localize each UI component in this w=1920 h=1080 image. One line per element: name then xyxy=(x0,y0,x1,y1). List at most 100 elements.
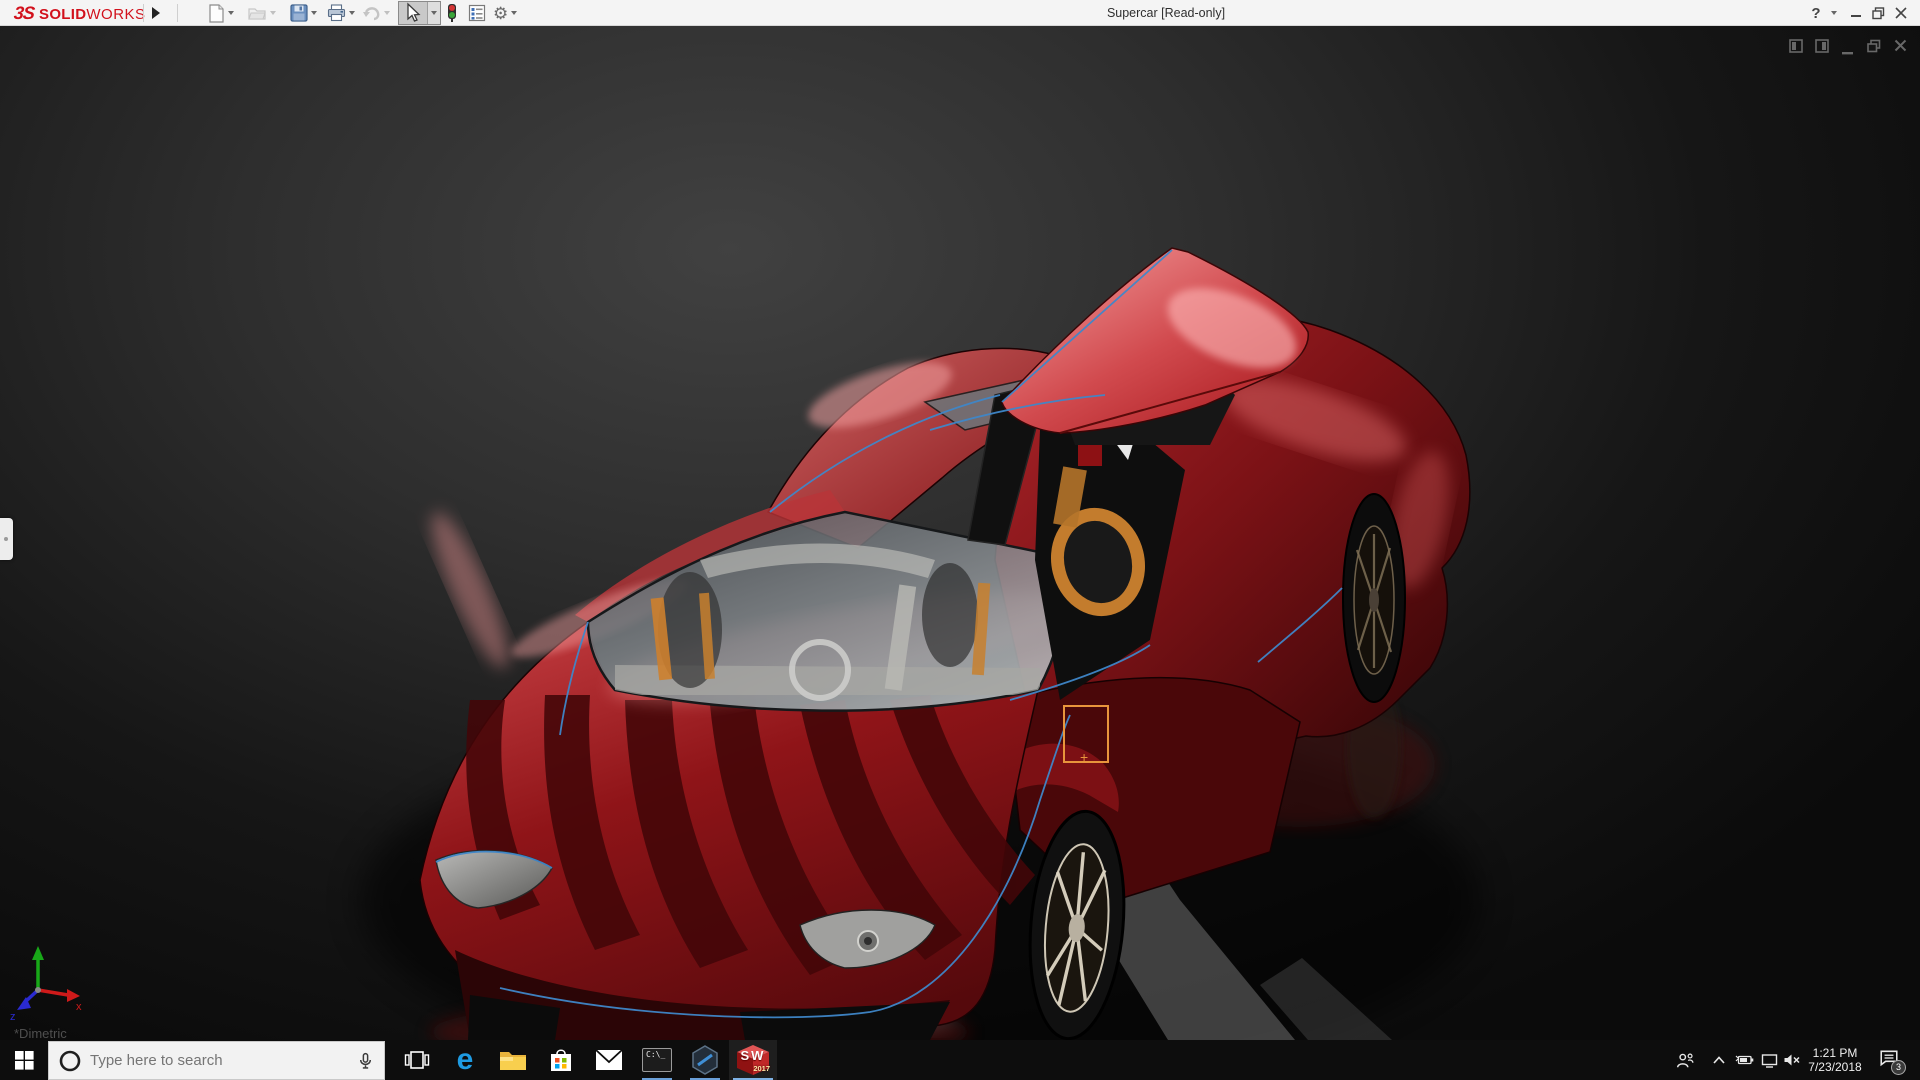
rebuild-traffic-light-icon xyxy=(446,3,458,23)
undo-button-disabled[interactable] xyxy=(360,2,392,24)
rear-wheel xyxy=(1343,494,1405,702)
battery-button[interactable] xyxy=(1732,1040,1756,1080)
command-prompt-button[interactable]: C:\_ xyxy=(633,1040,681,1080)
doc-restore-button[interactable] xyxy=(1866,38,1884,56)
search-input[interactable] xyxy=(90,1052,357,1069)
doc-close-button[interactable] xyxy=(1893,38,1911,56)
undo-arrow-icon xyxy=(362,5,381,22)
file-properties-button[interactable] xyxy=(466,2,488,24)
minimize-button[interactable] xyxy=(1846,0,1866,26)
car-rear-body xyxy=(995,314,1470,770)
volume-button[interactable] xyxy=(1780,1040,1804,1080)
save-button[interactable] xyxy=(288,2,319,24)
logo-text-bold: SOLID xyxy=(39,6,86,23)
title-bar: 3S SOLID WORKS xyxy=(0,0,1920,26)
print-button[interactable] xyxy=(325,2,357,24)
store-bag-icon xyxy=(548,1047,574,1073)
file-explorer-icon xyxy=(499,1048,527,1072)
hood-vents xyxy=(466,695,1035,975)
feature-panel-collapse-handle[interactable] xyxy=(0,518,13,560)
microphone-icon[interactable] xyxy=(357,1052,374,1069)
logo-text-light: WORKS xyxy=(86,6,145,23)
front-wheel xyxy=(1021,807,1133,1042)
highlighted-edges xyxy=(436,250,1342,1017)
help-button[interactable]: ? xyxy=(1806,0,1826,26)
dropdown-caret[interactable] xyxy=(511,11,517,15)
hidden-icons-button[interactable] xyxy=(1708,1040,1730,1080)
svg-text:+: + xyxy=(1080,749,1088,765)
axis-x-label: x xyxy=(76,1001,82,1013)
dropdown-caret[interactable] xyxy=(384,11,390,15)
task-view-icon xyxy=(404,1047,430,1073)
orientation-triad: x z xyxy=(10,946,82,1023)
handle-dot-icon xyxy=(4,537,8,541)
network-button[interactable] xyxy=(1757,1040,1781,1080)
speaker-muted-icon xyxy=(1783,1053,1801,1067)
clock[interactable]: 1:21 PM 7/23/2018 xyxy=(1802,1040,1868,1080)
graphics-viewport[interactable]: + x z *Dimetric xyxy=(0,26,1920,1040)
hexagon-app-icon xyxy=(691,1045,719,1075)
selection-box: + xyxy=(1064,706,1108,765)
windows-start-icon xyxy=(15,1051,34,1070)
save-floppy-icon xyxy=(290,4,308,22)
options-button[interactable]: ⚙ xyxy=(491,2,519,24)
edge-icon: e xyxy=(457,1045,474,1075)
front-bumper xyxy=(455,950,950,1040)
dropdown-caret[interactable] xyxy=(270,11,276,15)
interior-through-glass xyxy=(615,544,1040,699)
help-icon: ? xyxy=(1811,5,1820,22)
menu-expand-icon[interactable] xyxy=(152,7,160,19)
hexagon-app-button[interactable] xyxy=(681,1040,729,1080)
gullwing-door xyxy=(968,248,1308,545)
pane-right-button[interactable] xyxy=(1814,38,1832,56)
doc-minimize-button[interactable] xyxy=(1841,44,1859,62)
dropdown-caret[interactable] xyxy=(228,11,234,15)
front-fender-arch xyxy=(1000,744,1119,812)
windshield xyxy=(588,512,1069,711)
select-tool-button-active[interactable] xyxy=(398,1,441,25)
close-icon xyxy=(1895,7,1907,19)
action-center-button[interactable]: 3 xyxy=(1872,1040,1906,1080)
document-title: Supercar [Read-only] xyxy=(1107,6,1225,20)
open-button-disabled[interactable] xyxy=(246,2,278,24)
taskbar-search[interactable] xyxy=(48,1041,385,1080)
people-button[interactable] xyxy=(1672,1040,1698,1080)
view-orientation-label: *Dimetric xyxy=(14,1026,67,1041)
mail-button[interactable] xyxy=(585,1040,633,1080)
file-explorer-button[interactable] xyxy=(489,1040,537,1080)
floor-reflections xyxy=(360,678,1480,1080)
doc-restore-icon xyxy=(1866,38,1882,54)
tray-date: 7/23/2018 xyxy=(1802,1060,1868,1074)
solidworks-taskbar-button[interactable]: SW 2017 xyxy=(729,1040,777,1080)
separator xyxy=(143,4,144,22)
close-button[interactable] xyxy=(1890,0,1912,26)
dropdown-caret[interactable] xyxy=(311,11,317,15)
new-document-button[interactable] xyxy=(206,2,236,24)
car-model-render: + x z *Dimetric xyxy=(0,0,1920,1080)
start-button[interactable] xyxy=(0,1040,48,1080)
doc-minimize-icon xyxy=(1841,49,1855,57)
mail-envelope-icon xyxy=(595,1049,623,1071)
notification-badge: 3 xyxy=(1891,1060,1906,1075)
pane-left-icon xyxy=(1788,38,1804,54)
tray-time: 1:21 PM xyxy=(1802,1046,1868,1060)
rebuild-button[interactable] xyxy=(444,2,460,24)
axis-z-label: z xyxy=(10,1011,16,1023)
help-dropdown[interactable] xyxy=(1828,0,1840,26)
task-view-button[interactable] xyxy=(393,1040,441,1080)
pane-left-button[interactable] xyxy=(1788,38,1806,56)
car-side-skirt xyxy=(1005,678,1300,905)
restore-button[interactable] xyxy=(1868,0,1888,26)
windows-taskbar: e C:\_ xyxy=(0,1040,1920,1080)
car-hood xyxy=(419,490,1078,1037)
select-cursor-icon xyxy=(399,2,427,24)
battery-plug-icon xyxy=(1735,1053,1754,1067)
restore-icon xyxy=(1872,7,1885,20)
select-dropdown[interactable] xyxy=(427,2,440,24)
dassault-logo: 3S xyxy=(13,3,35,24)
edge-button[interactable]: e xyxy=(441,1040,489,1080)
solidworks-logo[interactable]: 3S SOLID WORKS xyxy=(14,3,146,24)
dropdown-caret[interactable] xyxy=(349,11,355,15)
store-button[interactable] xyxy=(537,1040,585,1080)
separator xyxy=(177,4,178,22)
